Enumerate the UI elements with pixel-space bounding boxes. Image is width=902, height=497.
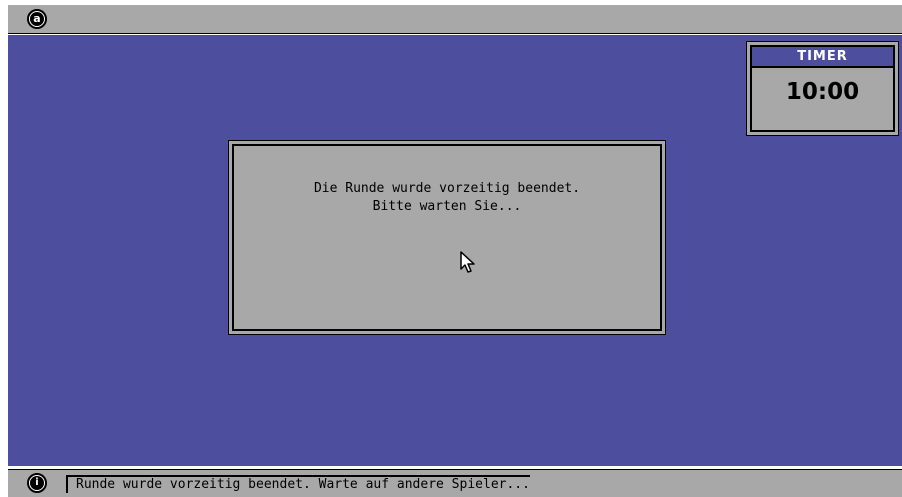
info-icon[interactable]: i — [27, 473, 47, 493]
dialog-message-line1: Die Runde wurde vorzeitig beendet. — [313, 181, 581, 196]
timer-frame: TIMER 10:00 — [750, 45, 895, 132]
timer-panel: TIMER 10:00 — [746, 41, 899, 136]
status-message: Runde wurde vorzeitig beendet. Warte auf… — [66, 475, 530, 493]
app-menu-icon[interactable]: a — [27, 9, 47, 29]
dialog-frame: Die Runde wurde vorzeitig beendet. Bitte… — [232, 144, 662, 331]
round-ended-dialog: Die Runde wurde vorzeitig beendet. Bitte… — [228, 140, 666, 335]
mouse-pointer-icon — [460, 251, 475, 273]
timer-title: TIMER — [752, 47, 893, 68]
status-bar: i Runde wurde vorzeitig beendet. Warte a… — [8, 469, 902, 497]
dialog-message-line2: Bitte warten Sie... — [372, 199, 522, 214]
info-icon-glyph: i — [30, 476, 44, 490]
app-menu-icon-glyph: a — [30, 12, 44, 26]
timer-value: 10:00 — [785, 79, 860, 105]
menu-bar: a — [8, 5, 902, 34]
